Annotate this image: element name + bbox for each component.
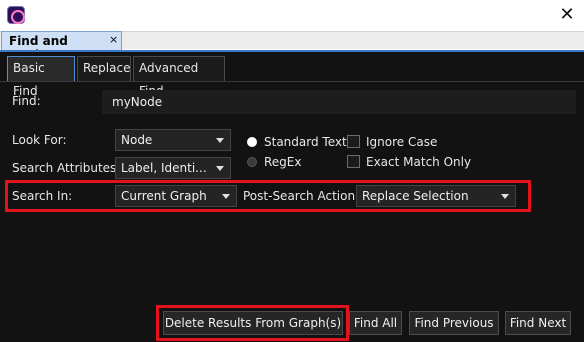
find-label: Find: (12, 94, 41, 108)
app-icon (7, 6, 25, 24)
exact-match-label: Exact Match Only (366, 155, 472, 169)
tab-advanced-find[interactable]: Advanced Find (133, 56, 225, 98)
find-all-button[interactable]: Find All (349, 311, 402, 335)
standard-text-label: Standard Text (264, 135, 347, 149)
post-search-action-label: Post-Search Action: (243, 189, 360, 203)
tab-basic-find[interactable]: Basic Find (7, 56, 75, 98)
ignore-case-label: Ignore Case (366, 135, 438, 149)
window-close-icon[interactable]: ✕ (556, 4, 578, 26)
chevron-down-icon (501, 194, 509, 199)
look-for-select[interactable]: Node (115, 129, 231, 151)
chevron-down-icon (216, 138, 224, 143)
post-search-action-value: Replace Selection (362, 189, 469, 203)
search-in-value: Current Graph (121, 189, 207, 203)
regex-radio[interactable] (247, 157, 257, 167)
find-input[interactable] (102, 90, 576, 114)
regex-label: RegEx (264, 155, 302, 169)
tab-replace[interactable]: Replace (77, 56, 131, 81)
search-attributes-select[interactable]: Label, Identi... (115, 157, 231, 179)
chevron-down-icon (222, 194, 230, 199)
look-for-label: Look For: (12, 133, 67, 147)
window-titlebar (0, 0, 584, 31)
dock-tab-find-and-replace[interactable]: Find and Replace × (1, 31, 122, 62)
find-next-button[interactable]: Find Next (505, 311, 571, 335)
standard-text-radio[interactable] (247, 137, 257, 147)
ignore-case-checkbox[interactable] (347, 135, 360, 148)
exact-match-checkbox[interactable] (347, 155, 360, 168)
chevron-down-icon (216, 166, 224, 171)
search-attributes-value: Label, Identi... (121, 161, 207, 175)
find-previous-button[interactable]: Find Previous (409, 311, 499, 335)
dock-tab-close-icon[interactable]: × (109, 33, 118, 46)
delete-results-button[interactable]: Delete Results From Graph(s) (163, 311, 343, 335)
post-search-action-select[interactable]: Replace Selection (356, 185, 516, 207)
look-for-value: Node (121, 133, 153, 147)
search-attributes-label: Search Attributes: (12, 161, 121, 175)
search-in-label: Search In: (12, 189, 73, 203)
tab-bar-divider (0, 81, 584, 82)
search-in-select[interactable]: Current Graph (115, 185, 237, 207)
